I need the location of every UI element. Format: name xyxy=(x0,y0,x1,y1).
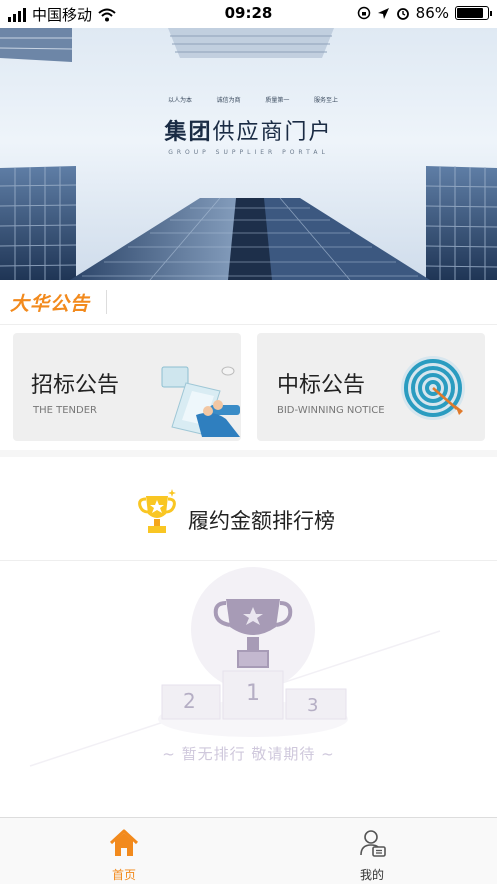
podium-label-first: 1 xyxy=(246,681,260,706)
bid-winning-card-title: 中标公告 xyxy=(277,373,366,398)
banner-title-rest: 供应商门户 xyxy=(212,120,333,145)
tab-profile[interactable]: 我的 xyxy=(248,818,496,884)
ranking-empty-state: 1 2 3 ~ 暂无排行 敬请期待 ~ xyxy=(0,561,497,817)
bid-winning-card-subtitle: BID-WINNING NOTICE xyxy=(277,405,385,416)
tender-card-title: 招标公告 xyxy=(31,373,120,398)
trophy-icon xyxy=(138,489,176,533)
bid-winning-card[interactable]: 中标公告 BID-WINNING NOTICE xyxy=(257,333,485,441)
banner-title-bold: 集团 xyxy=(164,120,213,145)
target-icon xyxy=(401,356,465,420)
bottom-tab-bar: 首页 我的 xyxy=(0,817,497,884)
home-icon xyxy=(109,829,139,856)
location-icon xyxy=(377,7,389,19)
tab-profile-label: 我的 xyxy=(359,868,384,882)
battery-percent: 86% xyxy=(415,4,449,22)
banner-tag: 诚信为商 xyxy=(216,97,241,104)
banner-subtitle: GROUP SUPPLIER PORTAL xyxy=(168,149,329,156)
banner-tag: 质量第一 xyxy=(265,97,290,104)
tender-card-subtitle: THE TENDER xyxy=(33,405,97,416)
empty-ranking-text: ~ 暂无排行 敬请期待 ~ xyxy=(162,745,335,763)
banner-tag: 服务至上 xyxy=(313,97,338,104)
battery-icon xyxy=(455,6,492,20)
tab-home[interactable]: 首页 xyxy=(0,818,248,884)
tender-card[interactable]: 招标公告 THE TENDER xyxy=(13,333,241,441)
laptop-icon xyxy=(161,366,240,437)
orientation-lock-icon xyxy=(357,6,370,20)
status-right: 86% xyxy=(357,4,492,22)
banner-tags: 以人为本 诚信为商 质量第一 服务至上 xyxy=(168,95,338,104)
alarm-icon xyxy=(396,8,409,20)
announcement-cards: 招标公告 THE TENDER 中标公告 BID-WINNING NOTICE xyxy=(0,325,497,450)
ranking-title: 履约金额排行榜 xyxy=(188,509,335,533)
podium-label-second: 2 xyxy=(183,689,196,713)
banner-title: 集团供应商门户 xyxy=(0,114,497,146)
podium-label-third: 3 xyxy=(307,695,319,716)
tab-home-label: 首页 xyxy=(111,868,136,882)
ranking-header: 履约金额排行榜 xyxy=(0,457,497,561)
notice-bar[interactable]: 大华公告 xyxy=(0,280,497,325)
status-bar: 中国移动 09:28 86% xyxy=(0,0,497,28)
notice-logo: 大华公告 xyxy=(10,293,91,315)
notice-divider xyxy=(106,290,107,314)
hero-banner[interactable]: 以人为本 诚信为商 质量第一 服务至上 集团供应商门户 GROUP SUPPLI… xyxy=(0,28,497,280)
battery-fill xyxy=(457,8,483,18)
profile-icon xyxy=(360,830,386,857)
banner-tag: 以人为本 xyxy=(168,97,193,104)
